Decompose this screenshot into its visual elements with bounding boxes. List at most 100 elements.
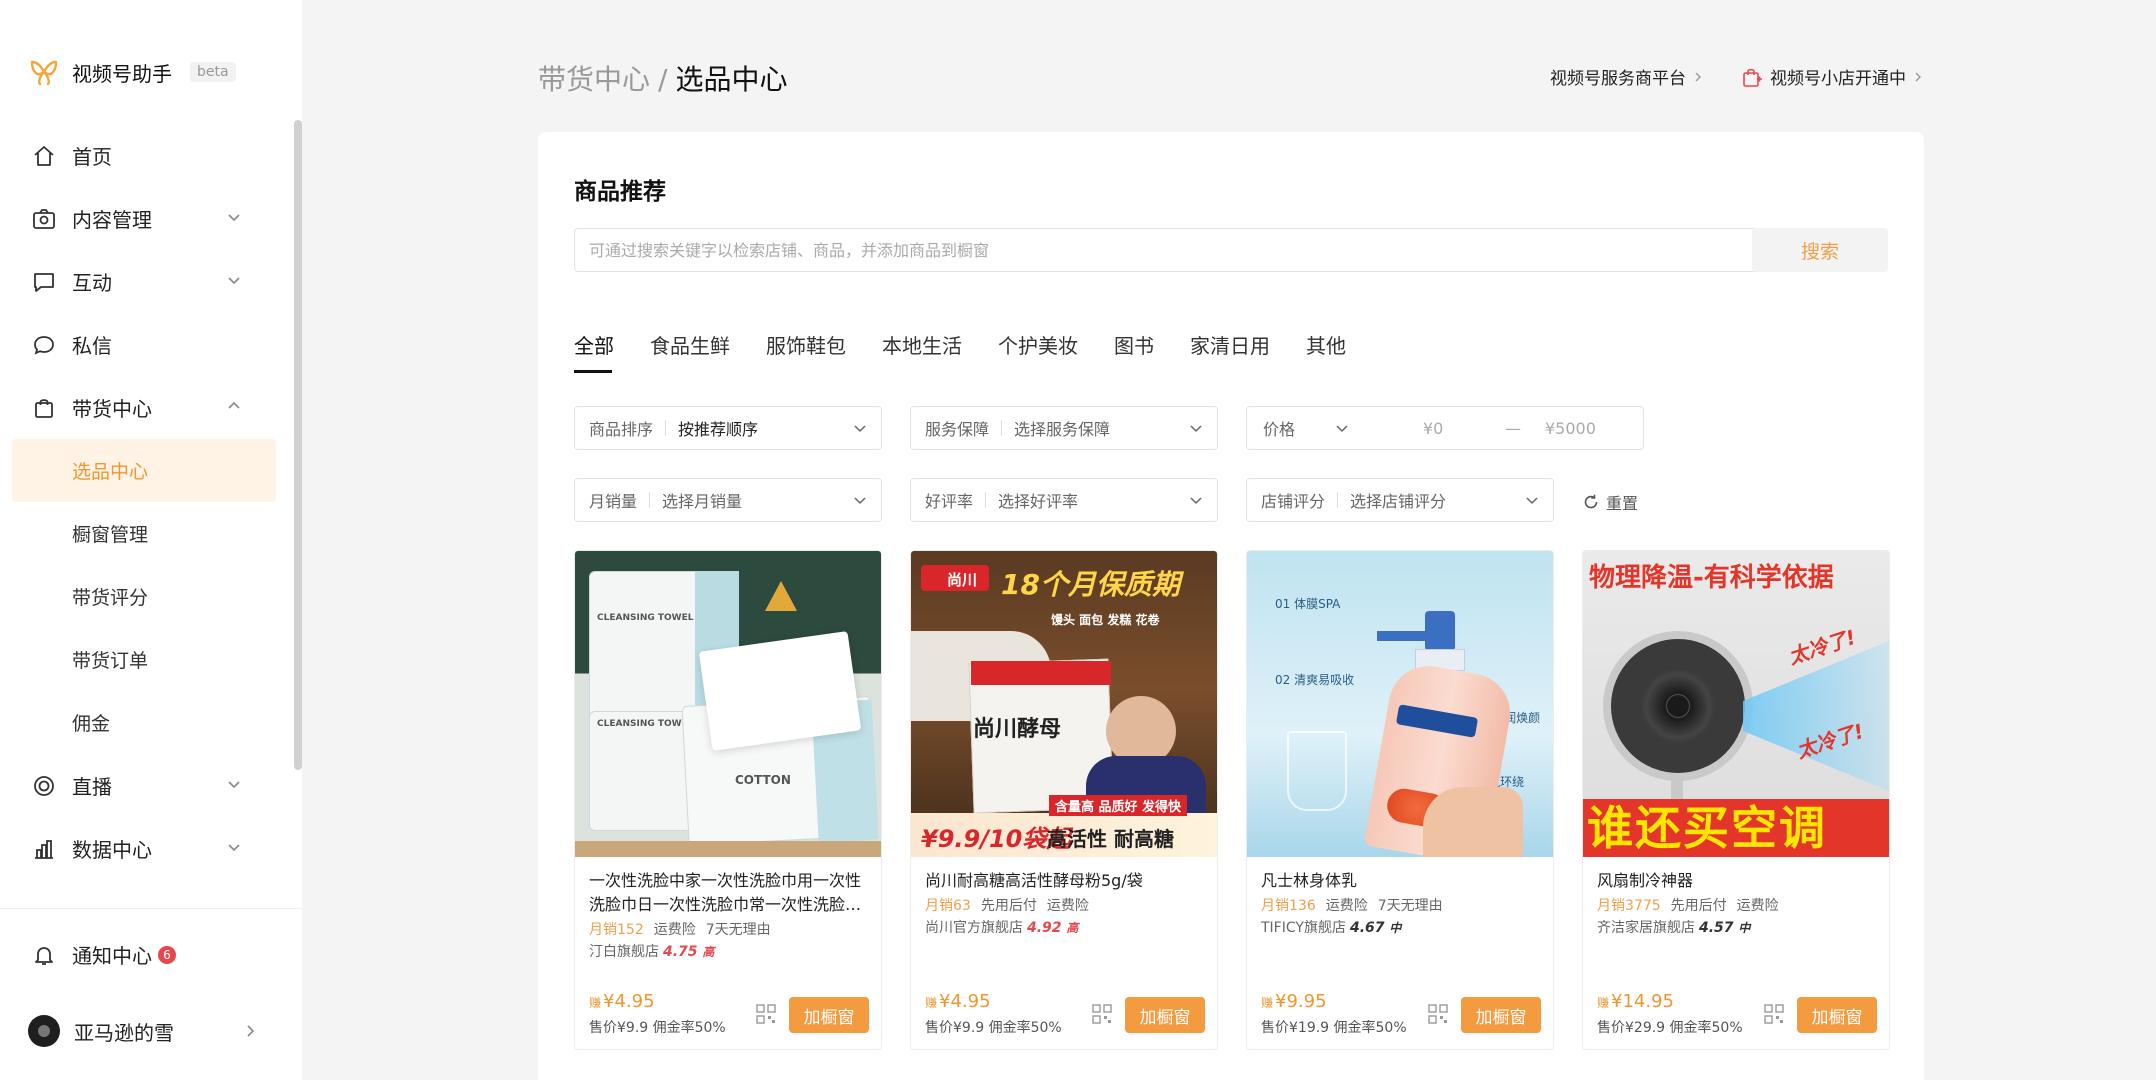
product-name[interactable]: 凡士林身体乳 xyxy=(1261,869,1543,893)
shop-opening-link[interactable]: 视频号小店开通中 xyxy=(1740,64,1924,89)
chevron-down-icon xyxy=(1190,497,1202,505)
sidebar-subitem-showcase[interactable]: 橱窗管理 xyxy=(0,502,290,565)
image-caption: 01 体膜SPA xyxy=(1275,597,1341,611)
sidebar-item-messages[interactable]: 私信 xyxy=(0,313,290,376)
earn-value: ¥14.95 xyxy=(1611,991,1674,1012)
earn-amount: 赚 ¥4.95 xyxy=(925,991,991,1012)
chevron-down-icon xyxy=(228,781,240,789)
shopping-bag-icon xyxy=(32,396,56,420)
add-to-showcase-button[interactable]: 加橱窗 xyxy=(1797,997,1877,1033)
search-input[interactable] xyxy=(574,228,1768,272)
tab-food[interactable]: 食品生鲜 xyxy=(650,330,730,373)
chevron-down-icon xyxy=(1526,497,1538,505)
sidebar-item-sales-center[interactable]: 带货中心 xyxy=(0,376,290,439)
image-caption: 02 清爽易吸收 xyxy=(1275,673,1355,687)
earn-value: ¥4.95 xyxy=(603,991,655,1012)
image-caption: COTTON xyxy=(735,773,791,787)
user-profile[interactable]: 亚马逊的雪 xyxy=(28,1015,258,1047)
sidebar-item-data-center[interactable]: 数据中心 xyxy=(0,817,290,880)
price-min-input[interactable]: ¥0 xyxy=(1423,419,1443,438)
notification-center[interactable]: 通知中心 6 xyxy=(32,940,176,969)
reset-filters-button[interactable]: 重置 xyxy=(1582,490,1638,514)
sidebar-item-interaction[interactable]: 互动 xyxy=(0,250,290,313)
shop-name[interactable]: 尚川官方旗舰店 xyxy=(925,920,1023,936)
product-card[interactable]: CLEANSING TOWEL CLEANSING TOWEL COTTON 一… xyxy=(574,550,882,1050)
product-image[interactable]: 尚川 18个月保质期 馒头 面包 发糕 花卷 尚川酵母 含量高 品质好 发得快 … xyxy=(911,551,1217,857)
qr-code-icon[interactable] xyxy=(1763,1003,1785,1025)
tab-local-life[interactable]: 本地生活 xyxy=(882,330,962,373)
monthly-sales-select[interactable]: 月销量 选择月销量 xyxy=(574,478,882,522)
monthly-sales: 月销63 xyxy=(925,898,971,914)
product-card[interactable]: 尚川 18个月保质期 馒头 面包 发糕 花卷 尚川酵母 含量高 品质好 发得快 … xyxy=(910,550,1218,1050)
section-title: 商品推荐 xyxy=(574,179,666,205)
tab-books[interactable]: 图书 xyxy=(1114,330,1154,373)
product-image[interactable]: CLEANSING TOWEL CLEANSING TOWEL COTTON xyxy=(575,551,881,857)
add-to-showcase-button[interactable]: 加橱窗 xyxy=(1125,997,1205,1033)
qr-code-icon[interactable] xyxy=(1427,1003,1449,1025)
divider xyxy=(0,908,302,909)
service-tag: 运费险 xyxy=(1046,898,1089,914)
sidebar-subitem-orders[interactable]: 带货订单 xyxy=(0,628,290,691)
divider xyxy=(649,492,651,508)
breadcrumb-separator: / xyxy=(658,63,668,96)
price-max-input[interactable]: ¥5000 xyxy=(1545,419,1596,438)
score-value: 4.67 xyxy=(1349,920,1385,936)
product-recommend-card: 商品推荐 搜索 全部 食品生鲜 服饰鞋包 本地生活 个护美妆 图书 家清日用 其… xyxy=(538,132,1924,1080)
add-to-showcase-button[interactable]: 加橱窗 xyxy=(1461,997,1541,1033)
service-provider-link[interactable]: 视频号服务商平台 xyxy=(1550,64,1704,89)
product-name[interactable]: 风扇制冷神器 xyxy=(1597,869,1879,893)
product-image[interactable]: 01 体膜SPA 02 清爽易吸收 03 莹润焕颜 04 香氛环绕 xyxy=(1247,551,1553,857)
image-caption: 尚川酵母 xyxy=(973,717,1062,742)
breadcrumb-parent[interactable]: 带货中心 xyxy=(538,63,650,96)
earn-prefix: 赚 xyxy=(589,996,602,1010)
qr-code-icon[interactable] xyxy=(755,1003,777,1025)
tab-all[interactable]: 全部 xyxy=(574,330,614,373)
shop-opening-link-label: 视频号小店开通中 xyxy=(1770,69,1906,89)
score-value: 4.75 xyxy=(663,944,698,960)
shop-name[interactable]: 齐洁家居旗舰店 xyxy=(1597,920,1695,936)
sidebar-subitem-commission[interactable]: 佣金 xyxy=(0,691,290,754)
price-range-filter[interactable]: 价格 ¥0 — ¥5000 xyxy=(1246,406,1644,450)
sidebar-subitem-product-selection[interactable]: 选品中心 xyxy=(12,439,276,502)
tab-beauty[interactable]: 个护美妆 xyxy=(998,330,1078,373)
breadcrumb: 带货中心 / 选品中心 xyxy=(538,58,787,98)
chat-bubble-icon xyxy=(32,333,56,357)
product-name[interactable]: 尚川耐高糖高活性酵母粉5g/袋 xyxy=(925,869,1207,893)
filter-value: 选择好评率 xyxy=(998,492,1079,511)
earn-prefix: 赚 xyxy=(1261,996,1274,1010)
sidebar-scrollbar[interactable] xyxy=(294,120,302,770)
sidebar-item-home[interactable]: 首页 xyxy=(0,124,290,187)
shop-score: 4.75 高 xyxy=(663,944,714,960)
product-card[interactable]: 01 体膜SPA 02 清爽易吸收 03 莹润焕颜 04 香氛环绕 凡士林身体乳… xyxy=(1246,550,1554,1050)
product-card[interactable]: 物理降温-有科学依据 太冷了! 太冷了! 谁还买空调 风扇制冷神器 月销3775… xyxy=(1582,550,1890,1050)
shop-name[interactable]: TIFICY旗舰店 xyxy=(1261,920,1346,936)
qr-code-icon[interactable] xyxy=(1091,1003,1113,1025)
service-provider-link-label: 视频号服务商平台 xyxy=(1550,69,1686,89)
shop-info: TIFICY旗舰店 4.67 中 xyxy=(1261,917,1401,937)
product-image[interactable]: 物理降温-有科学依据 太冷了! 太冷了! 谁还买空调 xyxy=(1583,551,1889,857)
earn-value: ¥4.95 xyxy=(939,991,991,1012)
shop-score: 4.57 中 xyxy=(1699,920,1750,936)
tab-household[interactable]: 家清日用 xyxy=(1190,330,1270,373)
price-label: 价格 xyxy=(1263,420,1296,439)
service-guarantee-select[interactable]: 服务保障 选择服务保障 xyxy=(910,406,1218,450)
image-caption: 馒头 面包 发糕 花卷 xyxy=(1051,613,1160,627)
service-tag: 7天无理由 xyxy=(1377,898,1443,914)
shop-score-select[interactable]: 店铺评分 选择店铺评分 xyxy=(1246,478,1554,522)
tab-apparel[interactable]: 服饰鞋包 xyxy=(766,330,846,373)
sidebar-item-live[interactable]: 直播 xyxy=(0,754,290,817)
brand[interactable]: 视频号助手 beta xyxy=(28,56,236,88)
image-caption: 谁还买空调 xyxy=(1587,801,1827,855)
product-name[interactable]: 一次性洗脸中家一次性洗脸巾用一次性洗脸巾日一次性洗脸巾常一次性洗脸… xyxy=(589,869,871,917)
shop-name[interactable]: 汀白旗舰店 xyxy=(589,944,659,960)
sidebar-subitem-sales-rating[interactable]: 带货评分 xyxy=(0,565,290,628)
sidebar-item-content[interactable]: 内容管理 xyxy=(0,187,290,250)
sort-select[interactable]: 商品排序 按推荐顺序 xyxy=(574,406,882,450)
filter-label: 好评率 xyxy=(925,492,974,511)
add-to-showcase-button[interactable]: 加橱窗 xyxy=(789,997,869,1033)
positive-rating-select[interactable]: 好评率 选择好评率 xyxy=(910,478,1218,522)
tab-other[interactable]: 其他 xyxy=(1306,330,1346,373)
search-button[interactable]: 搜索 xyxy=(1752,228,1888,272)
beta-badge: beta xyxy=(190,62,236,82)
filter-value: 按推荐顺序 xyxy=(678,420,759,439)
